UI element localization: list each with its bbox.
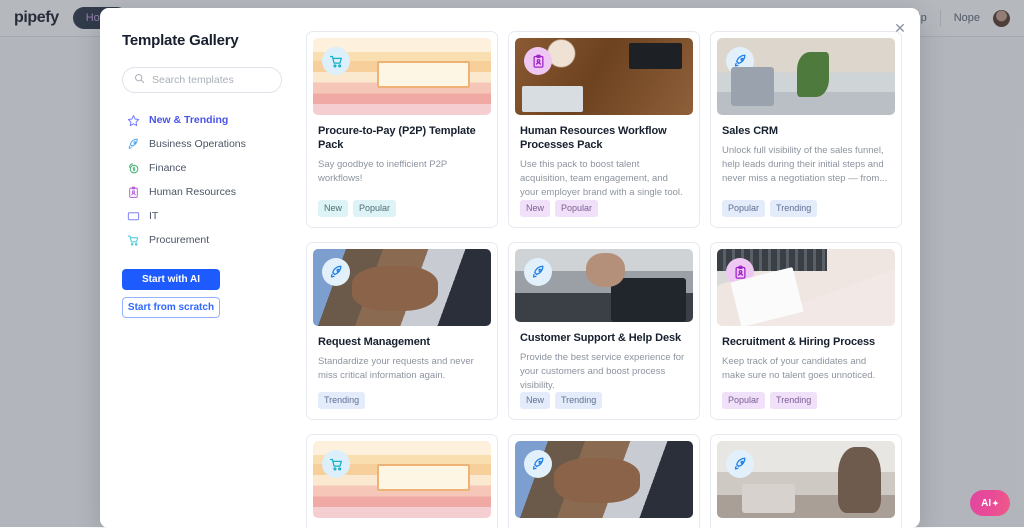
template-description: Keep track of your candidates and make s…: [722, 355, 890, 383]
template-tag: Trending: [555, 392, 602, 409]
template-card[interactable]: Request Management Standardize your requ…: [306, 242, 498, 420]
template-card[interactable]: Human Resources Workflow Processes Pack …: [508, 31, 700, 228]
template-tag-list: Popular Trending: [711, 200, 901, 227]
rocket-icon: [126, 137, 140, 151]
sidebar-item-human-resources[interactable]: Human Resources: [122, 183, 282, 201]
template-tag-list: Popular Trending: [711, 392, 901, 419]
template-title: Customer Support & Help Desk: [520, 331, 688, 345]
template-card-body: Human Resources Workflow Processes Pack …: [509, 115, 699, 200]
template-card[interactable]: Procure-to-Pay (P2P) Template Pack Say g…: [306, 31, 498, 228]
template-description: Use this pack to boost talent acquisitio…: [520, 158, 688, 199]
ai-assistant-fab[interactable]: AI ✦: [970, 490, 1010, 516]
template-thumbnail: [313, 441, 491, 518]
template-thumbnail: [313, 249, 491, 326]
template-grid: Procure-to-Pay (P2P) Template Pack Say g…: [306, 31, 902, 528]
template-thumbnail: [717, 249, 895, 326]
page-title: Template Gallery: [122, 32, 282, 49]
badge-icon: [126, 185, 140, 199]
cart-icon: [322, 450, 350, 478]
template-tag-list: New Popular: [509, 200, 699, 227]
category-list: New & Trending Business Operations: [122, 111, 282, 249]
template-tag: Popular: [722, 200, 765, 217]
template-gallery-modal: ✕ Template Gallery New & Trending: [100, 8, 920, 528]
template-thumbnail: [515, 38, 693, 115]
sidebar-item-business-operations[interactable]: Business Operations: [122, 135, 282, 153]
monitor-icon: [126, 209, 140, 223]
template-thumbnail: [717, 38, 895, 115]
template-card[interactable]: [710, 434, 902, 528]
start-with-ai-button[interactable]: Start with AI: [122, 269, 220, 290]
template-description: Provide the best service experience for …: [520, 351, 688, 392]
template-tag-list: New Popular: [307, 200, 497, 227]
template-thumbnail: [717, 441, 895, 518]
sparkle-icon: ✦: [992, 499, 999, 508]
template-tag: New: [520, 200, 550, 217]
template-tag: Trending: [770, 392, 817, 409]
gallery-sidebar: Template Gallery New & Trending: [100, 8, 300, 528]
template-tag: Popular: [353, 200, 396, 217]
rocket-icon: [524, 450, 552, 478]
sidebar-item-label: New & Trending: [149, 114, 228, 126]
rocket-icon: [524, 258, 552, 286]
template-tag: Popular: [555, 200, 598, 217]
sidebar-item-label: Business Operations: [149, 138, 246, 150]
sidebar-item-finance[interactable]: Finance: [122, 159, 282, 177]
template-thumbnail: [515, 441, 693, 518]
template-thumbnail: [515, 249, 693, 322]
template-tag: New: [318, 200, 348, 217]
sidebar-item-label: IT: [149, 210, 158, 222]
badge-icon: [524, 47, 552, 75]
template-card-body: Procure-to-Pay (P2P) Template Pack Say g…: [307, 115, 497, 200]
template-title: Sales CRM: [722, 124, 890, 138]
template-title: Procure-to-Pay (P2P) Template Pack: [318, 124, 486, 152]
search-box[interactable]: [122, 67, 282, 93]
template-card-body: Sales CRM Unlock full visibility of the …: [711, 115, 901, 200]
template-title: Human Resources Workflow Processes Pack: [520, 124, 688, 152]
template-card[interactable]: [306, 434, 498, 528]
template-tag-list: Trending: [307, 392, 497, 419]
template-title: Request Management: [318, 335, 486, 349]
template-card-body: Recruitment & Hiring Process Keep track …: [711, 326, 901, 392]
template-tag: New: [520, 392, 550, 409]
template-tag: Trending: [318, 392, 365, 409]
star-icon: [126, 113, 140, 127]
start-from-scratch-button[interactable]: Start from scratch: [122, 297, 220, 318]
sidebar-item-new-and-trending[interactable]: New & Trending: [122, 111, 282, 129]
template-tag: Trending: [770, 200, 817, 217]
search-icon: [134, 71, 145, 89]
search-input[interactable]: [152, 74, 270, 86]
template-tag: Popular: [722, 392, 765, 409]
template-card[interactable]: [508, 434, 700, 528]
template-tag-list: New Trending: [509, 392, 699, 419]
rocket-icon: [726, 450, 754, 478]
sidebar-item-it[interactable]: IT: [122, 207, 282, 225]
template-description: Say goodbye to inefficient P2P workflows…: [318, 158, 486, 186]
sidebar-item-label: Procurement: [149, 234, 209, 246]
cart-icon: [322, 47, 350, 75]
badge-icon: [726, 258, 754, 286]
template-card[interactable]: Recruitment & Hiring Process Keep track …: [710, 242, 902, 420]
rocket-icon: [322, 258, 350, 286]
template-description: Unlock full visibility of the sales funn…: [722, 144, 890, 185]
template-title: Recruitment & Hiring Process: [722, 335, 890, 349]
money-icon: [126, 161, 140, 175]
template-grid-scroll[interactable]: Procure-to-Pay (P2P) Template Pack Say g…: [300, 8, 920, 528]
template-card[interactable]: Customer Support & Help Desk Provide the…: [508, 242, 700, 420]
sidebar-item-label: Human Resources: [149, 186, 236, 198]
rocket-icon: [726, 47, 754, 75]
template-thumbnail: [313, 38, 491, 115]
template-card-body: Request Management Standardize your requ…: [307, 326, 497, 392]
template-description: Standardize your requests and never miss…: [318, 355, 486, 383]
close-icon[interactable]: ✕: [891, 19, 909, 37]
sidebar-item-procurement[interactable]: Procurement: [122, 231, 282, 249]
template-card[interactable]: Sales CRM Unlock full visibility of the …: [710, 31, 902, 228]
sidebar-item-label: Finance: [149, 162, 186, 174]
cart-icon: [126, 233, 140, 247]
template-card-body: Customer Support & Help Desk Provide the…: [509, 322, 699, 392]
ai-fab-label: AI: [981, 498, 991, 509]
